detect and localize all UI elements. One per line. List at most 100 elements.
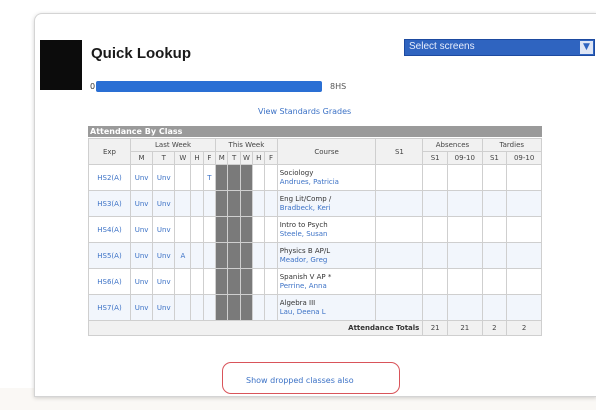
course-cell[interactable]: Spanish V AP * Perrine, Anna: [276, 268, 377, 295]
this-week-day-cell: [227, 216, 241, 243]
stat-cell: [447, 242, 483, 269]
day-header: W: [239, 151, 254, 165]
this-week-day-cell: [227, 190, 241, 217]
course-cell[interactable]: Physics B AP/L Meador, Greg: [276, 242, 377, 269]
course-name[interactable]: Intro to Psych: [280, 221, 375, 230]
course-cell[interactable]: Sociology Andrues, Patricia: [276, 164, 377, 191]
last-week-day-cell: [174, 294, 192, 321]
this-week-day-cell: [227, 242, 241, 269]
this-week-day-cell: [239, 242, 254, 269]
this-week-day-cell: [239, 294, 254, 321]
course-name[interactable]: Sociology: [280, 169, 375, 178]
stat-cell: [375, 164, 424, 191]
stat-cell: [481, 216, 508, 243]
stat-cell: [422, 268, 449, 295]
stat-cell: [422, 164, 449, 191]
this-week-day-cell: [239, 164, 254, 191]
this-week-day-cell: [227, 294, 241, 321]
this-week-day-cell: [239, 216, 254, 243]
last-week-day-cell: [174, 268, 192, 295]
course-cell[interactable]: Intro to Psych Steele, Susan: [276, 216, 377, 243]
day-header: M: [129, 151, 154, 165]
st-column-header: S1: [375, 138, 424, 165]
stat-cell: [506, 190, 542, 217]
this-week-day-cell: [215, 242, 229, 269]
totals-value: 21: [447, 320, 483, 336]
exp-cell[interactable]: HS2(A): [88, 164, 131, 191]
this-week-day-cell: [264, 190, 278, 217]
stat-cell: [481, 268, 508, 295]
course-name[interactable]: Physics B AP/L: [280, 247, 375, 256]
totals-value: 2: [481, 320, 508, 336]
this-week-day-cell: [252, 164, 266, 191]
this-week-day-cell: [264, 268, 278, 295]
teacher-link[interactable]: Andrues, Patricia: [280, 178, 375, 187]
this-week-day-cell: [252, 190, 266, 217]
this-week-day-cell: [215, 190, 229, 217]
course-cell[interactable]: Eng Lit/Comp / Bradbeck, Keri: [276, 190, 377, 217]
course-name[interactable]: Algebra III: [280, 299, 375, 308]
course-cell[interactable]: Algebra III Lau, Deena L: [276, 294, 377, 321]
stat-cell: [447, 216, 483, 243]
course-column-header: Course: [276, 138, 377, 165]
exp-cell[interactable]: HS3(A): [88, 190, 131, 217]
teacher-link[interactable]: Perrine, Anna: [280, 282, 375, 291]
exp-cell[interactable]: HS7(A): [88, 294, 131, 321]
this-week-day-cell: [239, 268, 254, 295]
last-week-header: Last Week: [129, 138, 217, 152]
last-week-day-cell: A: [174, 242, 192, 269]
this-week-day-cell: [252, 268, 266, 295]
chevron-down-icon[interactable]: ▼: [580, 41, 593, 54]
last-week-day-cell: Unv: [152, 294, 176, 321]
stat-cell: [481, 164, 508, 191]
last-week-day-cell: Unv: [129, 294, 154, 321]
table-row: HS6(A) Unv Unv Spanish V AP * Perrine, Anna: [88, 268, 542, 295]
term-header: S1: [422, 151, 449, 165]
last-week-day-cell: [174, 190, 192, 217]
stat-cell: [375, 190, 424, 217]
table-row: HS3(A) Unv Unv Eng Lit/Comp / Bradbeck, Keri: [88, 190, 542, 217]
teacher-link[interactable]: Meador, Greg: [280, 256, 375, 265]
last-week-day-cell: [174, 216, 192, 243]
teacher-link[interactable]: Lau, Deena L: [280, 308, 375, 317]
this-week-day-cell: [215, 294, 229, 321]
stat-cell: [375, 216, 424, 243]
course-name[interactable]: Spanish V AP *: [280, 273, 375, 282]
show-dropped-classes-link[interactable]: Show dropped classes also: [246, 376, 354, 385]
view-standards-grades-link[interactable]: View Standards Grades: [258, 107, 351, 116]
stat-cell: [422, 216, 449, 243]
last-week-day-cell: Unv: [129, 190, 154, 217]
this-week-day-cell: [227, 268, 241, 295]
last-week-day-cell: Unv: [129, 216, 154, 243]
this-week-day-cell: [227, 164, 241, 191]
day-header: M: [215, 151, 229, 165]
course-name[interactable]: Eng Lit/Comp /: [280, 195, 375, 204]
table-row: HS5(A) Unv Unv A Physics B AP/L Meador, Greg: [88, 242, 542, 269]
progress-bar: [96, 81, 322, 92]
stat-cell: [506, 216, 542, 243]
exp-cell[interactable]: HS5(A): [88, 242, 131, 269]
progress-bar-fill: [96, 81, 322, 92]
this-week-day-cell: [215, 268, 229, 295]
this-week-day-cell: [264, 216, 278, 243]
absences-header: Absences: [422, 138, 483, 152]
exp-cell[interactable]: HS6(A): [88, 268, 131, 295]
last-week-day-cell: [202, 242, 217, 269]
stat-cell: [422, 190, 449, 217]
stat-cell: [447, 268, 483, 295]
this-week-day-cell: [239, 190, 254, 217]
term-header: S1: [481, 151, 508, 165]
totals-value: 21: [422, 320, 449, 336]
attendance-table: Exp Last Week This Week Course S1 Absenc…: [87, 138, 543, 336]
select-screens-dropdown[interactable]: Select screens ▼: [404, 39, 595, 56]
exp-cell[interactable]: HS4(A): [88, 216, 131, 243]
stat-cell: [375, 294, 424, 321]
day-header: H: [190, 151, 204, 165]
stat-cell: [422, 294, 449, 321]
last-week-day-cell: [202, 294, 217, 321]
day-header: H: [252, 151, 266, 165]
teacher-link[interactable]: Bradbeck, Keri: [280, 204, 375, 213]
last-week-day-cell: [190, 294, 204, 321]
teacher-link[interactable]: Steele, Susan: [280, 230, 375, 239]
stat-cell: [447, 164, 483, 191]
